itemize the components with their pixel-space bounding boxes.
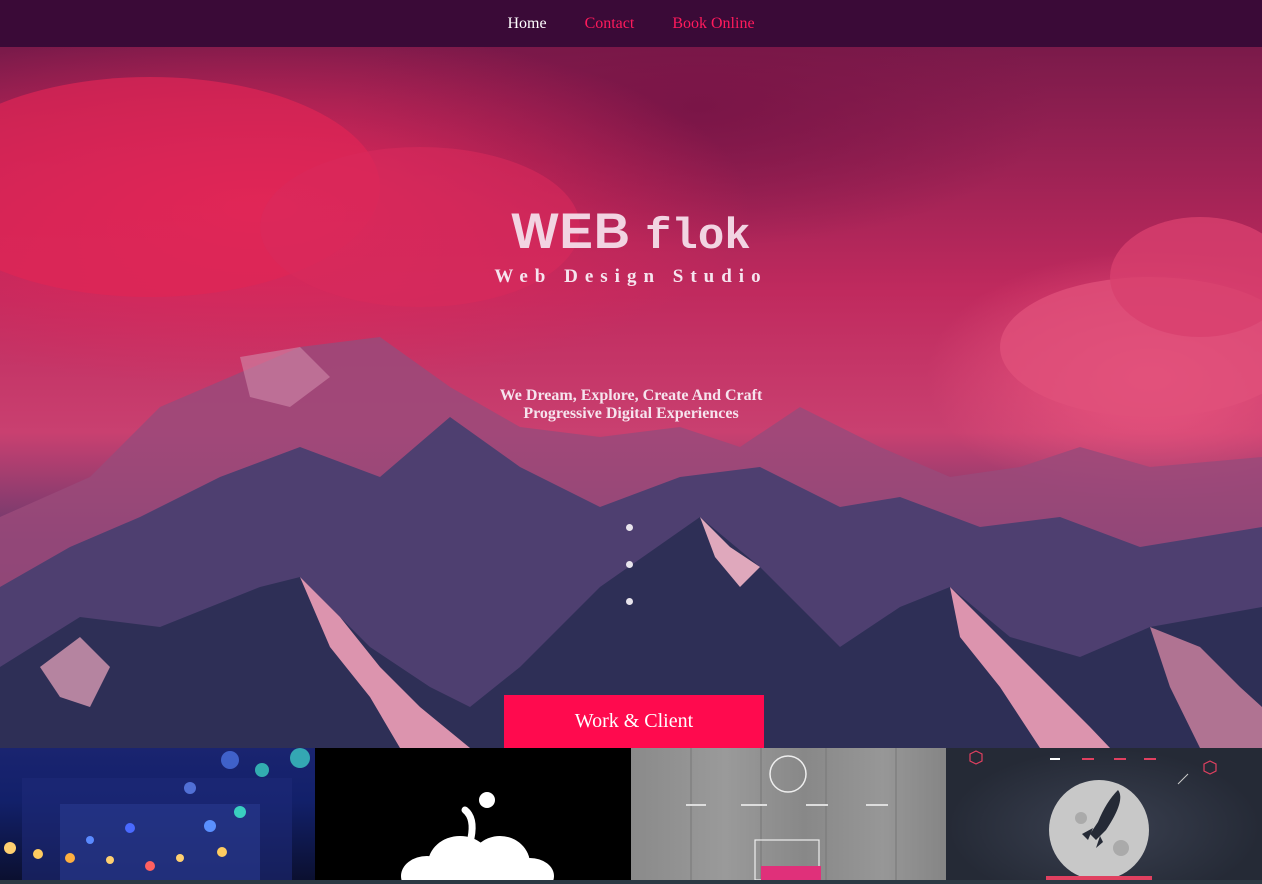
gallery-tile-furniture[interactable]: [631, 748, 946, 880]
hero-intro-line-2: Progressive Digital Experiences: [523, 405, 739, 422]
gallery-tile-city-lights[interactable]: [0, 748, 315, 880]
hero-tagline: Web Design Studio: [494, 266, 768, 287]
apple-cloud-logo-image: [401, 792, 554, 880]
slide-dot-2[interactable]: [626, 561, 633, 568]
furniture-site-image: [686, 748, 897, 880]
nav-links: Home Contact Book Online: [488, 15, 773, 33]
hero-intro-line-1: We Dream, Explore, Create And Craft: [499, 387, 763, 404]
slide-dot-3[interactable]: [626, 598, 633, 605]
brand-logo: WEB flok: [0, 202, 1262, 262]
slide-dot-1[interactable]: [626, 524, 633, 531]
brand-web-text: WEB: [511, 203, 632, 259]
nav-home-link[interactable]: Home: [488, 15, 565, 33]
brand-flok-text: flok: [645, 212, 751, 262]
top-nav: Home Contact Book Online: [0, 0, 1262, 47]
gallery-tile-apple-cloud[interactable]: [315, 748, 631, 880]
slide-dots: [626, 524, 634, 635]
rocket-moon-image: [969, 750, 1217, 880]
bottom-scroll-bar: [0, 880, 1262, 884]
portfolio-gallery: [0, 748, 1262, 884]
hero-intro: We Dream, Explore, Create And Craft Prog…: [0, 387, 1262, 423]
gallery-tile-rocket-moon[interactable]: [946, 748, 1262, 880]
city-lights-image: [4, 748, 310, 880]
nav-book-online-link[interactable]: Book Online: [653, 15, 773, 33]
work-client-button[interactable]: Work & Client: [504, 695, 764, 748]
nav-contact-link[interactable]: Contact: [566, 15, 654, 33]
hero-section: WEB flok Web Design Studio We Dream, Expl…: [0, 47, 1262, 748]
